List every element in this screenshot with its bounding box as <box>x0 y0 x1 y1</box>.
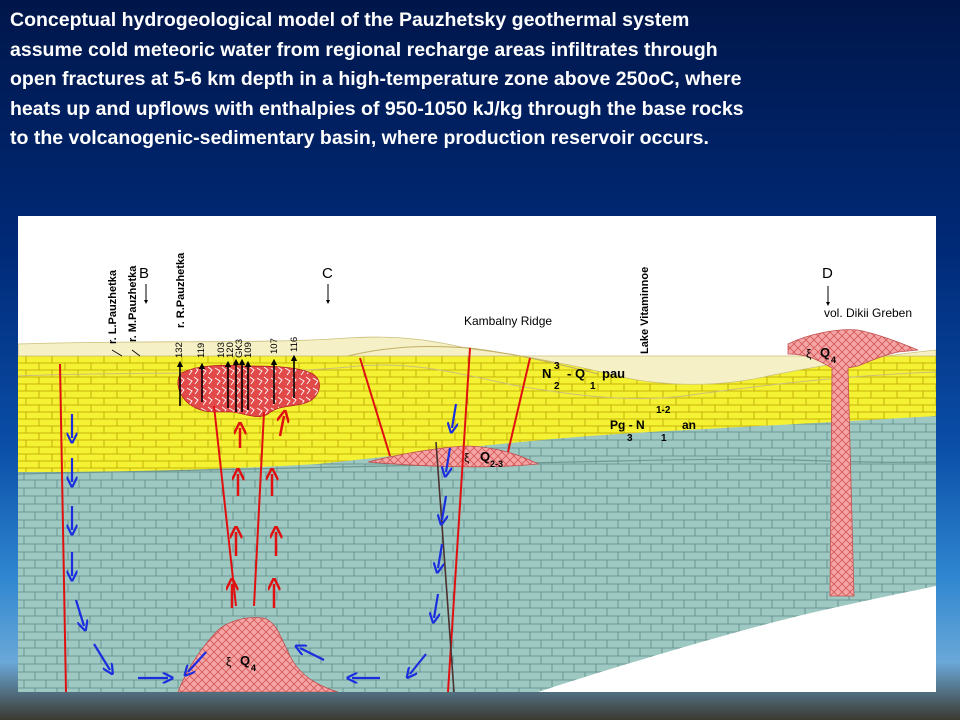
svg-text:3: 3 <box>627 433 633 444</box>
svg-text:ξ: ξ <box>806 347 812 361</box>
title-line: open fractures at 5-6 km depth in a high… <box>10 68 742 90</box>
svg-text:Q: Q <box>240 653 250 668</box>
svg-text:N: N <box>542 366 551 381</box>
svg-text:4: 4 <box>251 663 256 673</box>
svg-text:1: 1 <box>590 381 596 392</box>
river-label-r-pauzhetka: r. R.Pauzhetka <box>175 252 187 328</box>
lake-vitaminnoe-label: Lake Vitaminnoe <box>639 267 651 354</box>
svg-text:ξ: ξ <box>226 655 232 669</box>
slide-title: Conceptual hydrogeological model of the … <box>10 6 950 154</box>
svg-text:an: an <box>682 418 696 432</box>
svg-text:- Q: - Q <box>567 366 585 381</box>
kambalny-ridge-label: Kambalny Ridge <box>464 314 552 328</box>
dikii-greben-label: vol. Dikii Greben <box>824 306 912 320</box>
svg-text:pau: pau <box>602 366 625 381</box>
svg-text:ξ: ξ <box>464 451 470 465</box>
cross-section-diagram: B C D r. L.Pauzhetka r. M.Pauzhetka r. R… <box>18 216 936 692</box>
well-label: 132 <box>174 342 185 358</box>
river-label-l-pauzhetka: r. L.Pauzhetka <box>107 269 119 344</box>
svg-text:4: 4 <box>831 355 836 365</box>
well-label: 107 <box>269 338 280 354</box>
svg-text:2: 2 <box>554 381 560 392</box>
well-label: 109 <box>243 342 254 358</box>
section-label-d: D <box>822 265 833 282</box>
well-label: 119 <box>196 343 207 358</box>
title-line: assume cold meteoric water from regional… <box>10 38 718 61</box>
svg-text:Q: Q <box>480 449 490 464</box>
title-line: Conceptual hydrogeological model of the … <box>10 9 690 31</box>
svg-text:3: 3 <box>554 361 560 372</box>
cross-section-svg: B C D r. L.Pauzhetka r. M.Pauzhetka r. R… <box>18 252 936 692</box>
title-line: to the volcanogenic-sedimentary basin, w… <box>10 127 709 149</box>
section-label-b: B <box>139 265 149 282</box>
section-label-c: C <box>322 265 333 282</box>
svg-text:2-3: 2-3 <box>490 459 503 469</box>
svg-text:Pg - N: Pg - N <box>610 418 645 432</box>
svg-text:Q: Q <box>820 345 830 360</box>
well-label: 116 <box>289 337 300 352</box>
section-pointers <box>144 284 830 306</box>
river-label-m-pauzhetka: r. M.Pauzhetka <box>127 265 139 342</box>
title-line: heats up and upflows with enthalpies of … <box>10 97 744 120</box>
svg-text:1: 1 <box>661 433 667 444</box>
svg-text:1-2: 1-2 <box>656 405 671 416</box>
